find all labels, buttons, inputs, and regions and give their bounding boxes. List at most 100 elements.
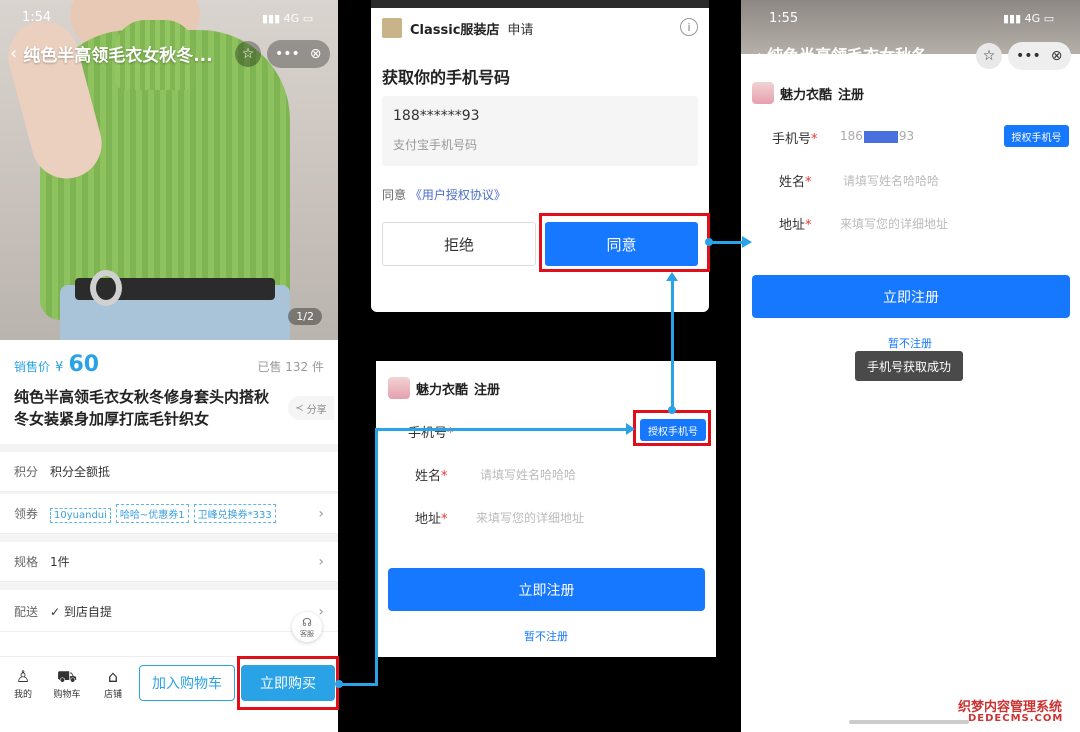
register-result-panel: 1:55 ▮▮▮ 4G ▭ ‹ 纯色半高领毛衣女秋冬... ☆ ••• ⊗ 魅力… <box>741 0 1080 732</box>
register-header: 魅力衣酷 注册 <box>752 82 864 104</box>
nav-title: 纯色半高领毛衣女秋冬... <box>23 45 213 66</box>
share-label: 分享 <box>306 404 327 416</box>
status-time: 1:55 <box>769 11 799 26</box>
battery-icon: ▭ <box>302 12 314 25</box>
favorite-star-icon[interactable]: ☆ <box>976 43 1002 69</box>
coupon-tag[interactable]: 哈哈~优惠券1 <box>115 504 189 523</box>
chevron-right-icon: › <box>318 603 324 620</box>
points-row: 积分 积分全额抵 <box>0 452 338 492</box>
coupon-tag[interactable]: 10yuandui <box>50 508 111 523</box>
status-time: 1:54 <box>22 10 52 25</box>
highlight-authorize <box>633 410 711 446</box>
name-label: 姓名* <box>779 175 812 190</box>
skip-register-link[interactable]: 暂不注册 <box>888 335 932 351</box>
tab-mine[interactable]: ♙ 我的 <box>3 667 43 700</box>
authorize-phone-button[interactable]: 授权手机号 <box>1004 125 1069 147</box>
check-circle-icon: ✓ <box>50 605 61 619</box>
page-indicator: 1/2 <box>288 308 322 325</box>
product-page-panel: 1:54 ▮▮▮ 4G ▭ ‹ 纯色半高领毛衣女秋冬... ☆ ••• ⊗ 1/… <box>0 0 338 732</box>
highlight-agree <box>539 213 710 272</box>
nav-bar: ‹ 纯色半高领毛衣女秋冬... <box>10 38 213 68</box>
capsule-menu[interactable]: ••• ⊗ <box>267 40 330 68</box>
currency-symbol: ¥ <box>55 360 64 375</box>
coupon-list: 10yuandui 哈哈~优惠券1 卫峰兑换券*333 <box>50 504 318 523</box>
phone-number: 188******93 <box>393 108 480 124</box>
agreement-link[interactable]: 《用户授权协议》 <box>410 188 506 202</box>
coupon-key: 领券 <box>14 507 39 521</box>
delivery-key: 配送 <box>14 605 39 619</box>
add-to-cart-button[interactable]: 加入购物车 <box>139 665 235 701</box>
phone-value: 186 93 <box>840 129 915 143</box>
dialog-header: Classic服装店 申请 <box>382 18 533 38</box>
tab-mine-label: 我的 <box>13 690 32 700</box>
back-icon[interactable]: ‹ <box>10 43 17 64</box>
apply-label: 申请 <box>507 22 534 38</box>
flow-connector <box>339 683 378 686</box>
tab-cart[interactable]: ⛟ 购物车 <box>47 667 87 700</box>
product-title: 纯色半高领毛衣女秋冬修身套头内搭秋冬女装紧身加厚打底毛针织女 <box>14 388 270 428</box>
battery-icon: ▭ <box>1043 12 1055 25</box>
brand-name: 魅力衣酷 <box>780 87 833 103</box>
capsule-menu[interactable]: ••• ⊗ <box>1008 42 1071 70</box>
close-icon[interactable]: ⊗ <box>310 46 322 62</box>
flow-connector <box>375 428 378 686</box>
tab-store[interactable]: ⌂ 店铺 <box>93 667 133 700</box>
phone-label: 手机号* <box>772 132 818 147</box>
close-icon[interactable]: ⊗ <box>1051 48 1063 64</box>
register-header: 魅力衣酷 注册 <box>388 377 500 399</box>
tab-store-label: 店铺 <box>103 690 122 700</box>
price-label: 销售价 <box>14 360 51 374</box>
divider <box>0 582 338 590</box>
brand-avatar <box>388 377 410 399</box>
success-toast: 手机号获取成功 <box>855 351 964 381</box>
flow-connector <box>375 428 630 431</box>
agree-prefix: 同意 <box>382 188 407 202</box>
spec-key: 规格 <box>14 555 39 569</box>
more-icon[interactable]: ••• <box>275 46 300 62</box>
register-button[interactable]: 立即注册 <box>752 275 1070 318</box>
cart-icon: ⛟ <box>56 667 78 686</box>
brand-avatar <box>752 82 774 104</box>
arrow-right-icon <box>626 423 635 435</box>
name-input[interactable]: 请填写姓名哈哈哈 <box>843 172 939 189</box>
address-label: 地址* <box>415 512 448 527</box>
home-indicator <box>849 720 969 724</box>
delivery-row[interactable]: 配送 ✓ 到店自提 › <box>0 592 338 632</box>
network-label: 4G <box>283 12 300 25</box>
phone-description: 支付宝手机号码 <box>393 138 478 152</box>
form-body <box>741 54 1080 732</box>
divider <box>0 444 338 452</box>
phone-option[interactable]: 188******93 支付宝手机号码 <box>382 96 698 166</box>
register-button[interactable]: 立即注册 <box>388 568 705 611</box>
reject-button[interactable]: 拒绝 <box>382 222 536 266</box>
coupon-row[interactable]: 领券 10yuandui 哈哈~优惠券1 卫峰兑换券*333 › <box>0 494 338 534</box>
more-icon[interactable]: ••• <box>1016 48 1041 64</box>
delivery-value: ✓ 到店自提 <box>50 603 318 620</box>
address-label: 地址* <box>779 218 812 233</box>
share-button[interactable]: ≺ 分享 <box>288 396 334 420</box>
address-input[interactable]: 来填写您的详细地址 <box>840 215 948 232</box>
skip-register-link[interactable]: 暂不注册 <box>524 628 568 644</box>
address-input[interactable]: 来填写您的详细地址 <box>476 509 584 526</box>
name-input[interactable]: 请填写姓名哈哈哈 <box>480 466 576 483</box>
headset-icon: ☊ <box>302 615 312 629</box>
spec-value: 1件 <box>50 555 70 569</box>
coupon-tag[interactable]: 卫峰兑换券*333 <box>193 504 276 523</box>
favorite-star-icon[interactable]: ☆ <box>235 41 261 67</box>
customer-service-label: 客服 <box>300 629 314 638</box>
signal-icon: ▮▮▮ <box>1003 12 1022 25</box>
flow-connector <box>710 241 743 244</box>
flow-dot <box>705 238 713 246</box>
points-key: 积分 <box>14 465 39 479</box>
brand-name: 魅力衣酷 <box>416 382 469 398</box>
customer-service-button[interactable]: ☊ 客服 <box>292 612 322 642</box>
flow-dot <box>335 680 343 688</box>
info-icon[interactable]: i <box>680 18 698 36</box>
price-row: 销售价 ¥ 60 已售 132 件 <box>14 352 330 377</box>
arrow-right-icon <box>742 236 752 248</box>
masked-digits <box>863 130 898 143</box>
spec-row[interactable]: 规格 1件 › <box>0 542 338 582</box>
divider <box>0 534 338 542</box>
status-signal: ▮▮▮ 4G ▭ <box>262 12 313 25</box>
chevron-right-icon: › <box>318 505 324 522</box>
